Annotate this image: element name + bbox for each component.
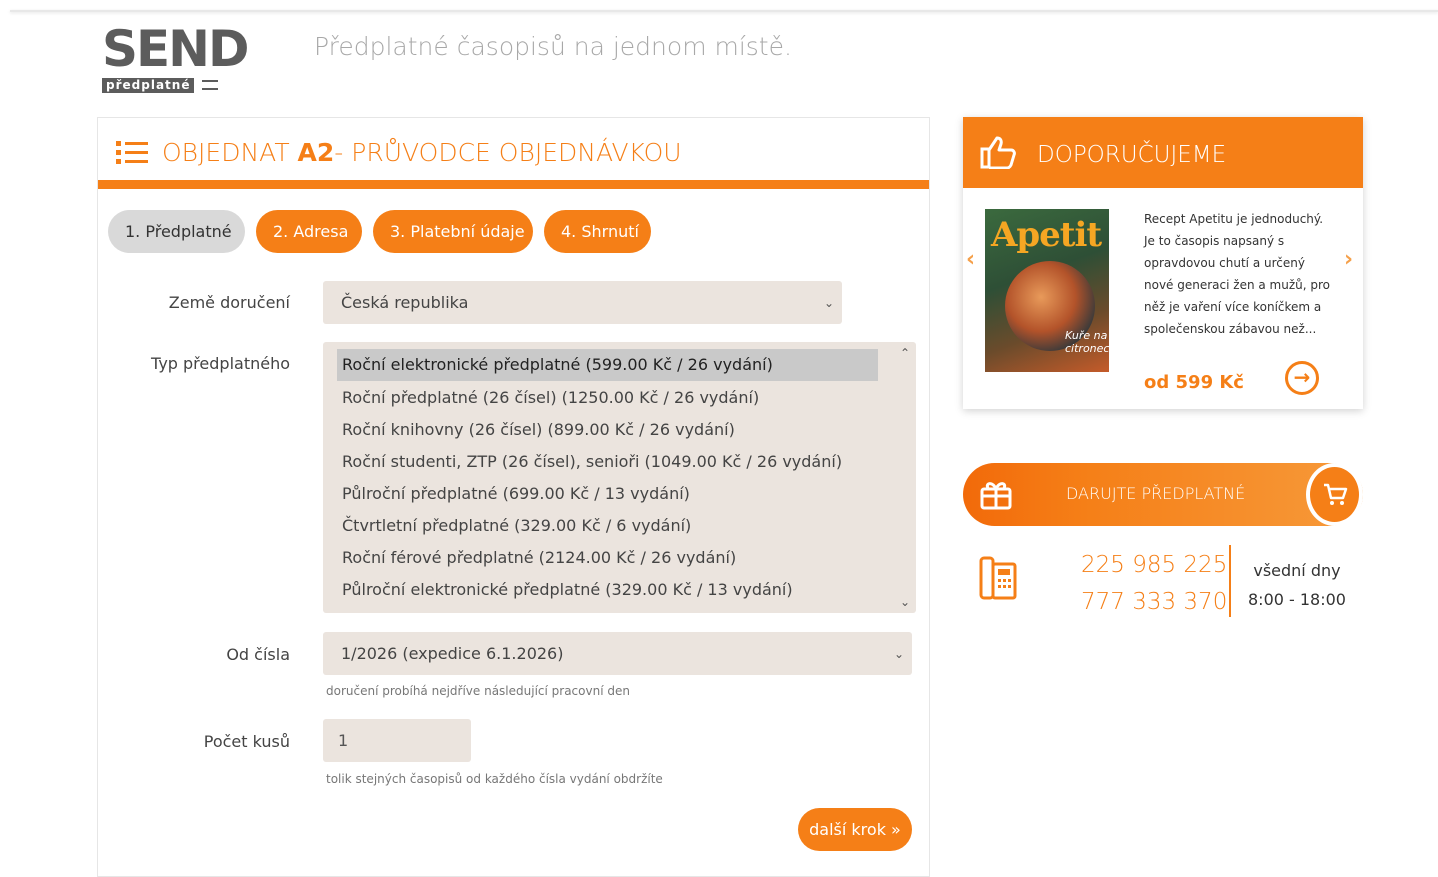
recommend-title: DOPORUČUJEME xyxy=(1037,142,1227,168)
opening-time: 8:00 - 18:00 xyxy=(1248,590,1346,609)
gift-icon xyxy=(980,482,1012,510)
subscription-option[interactable]: Roční férové předplatné (2124.00 Kč / 26… xyxy=(342,542,736,574)
next-step-button[interactable]: další krok » xyxy=(798,808,912,851)
thumbs-up-icon xyxy=(980,136,1016,169)
gift-label: DARUJTE PŘEDPLATNÉ xyxy=(1066,484,1246,503)
scroll-down-icon[interactable]: ⌄ xyxy=(898,595,912,609)
order-title: OBJEDNAT A2- PRŮVODCE OBJEDNÁVKOU xyxy=(162,138,682,167)
send-logo[interactable]: SEND předplatné xyxy=(102,20,250,93)
tagline: Předplatné časopisů na jednom místě. xyxy=(314,32,792,61)
logo-sub-text: předplatné xyxy=(102,78,195,93)
order-title-prefix: OBJEDNAT xyxy=(162,138,298,167)
opening-hours: všední dny 8:00 - 18:00 xyxy=(1248,556,1346,614)
list-icon xyxy=(116,141,148,164)
country-select[interactable]: Česká republika ⌄ xyxy=(323,281,842,324)
issue-label: Od čísla xyxy=(226,645,290,664)
subscription-option[interactable]: Půlroční elektronické předplatné (329.00… xyxy=(342,574,793,606)
recommend-price: od 599 Kč xyxy=(1144,372,1244,393)
logo-lines-icon xyxy=(201,79,218,90)
opening-days: všední dny xyxy=(1253,561,1341,580)
subscription-option[interactable]: Roční knihovny (26 čísel) (899.00 Kč / 2… xyxy=(342,414,735,446)
country-select-value: Česká republika xyxy=(341,293,469,312)
step-payment[interactable]: 3. Platební údaje xyxy=(373,210,533,253)
quantity-input[interactable]: 1 xyxy=(323,719,471,762)
subscription-option[interactable]: Roční elektronické předplatné (599.00 Kč… xyxy=(337,349,878,381)
order-title-product: A2 xyxy=(297,138,335,167)
chevron-down-icon: ⌄ xyxy=(824,295,835,310)
recommend-description: Recept Apetitu je jednoduchý. Je to časo… xyxy=(1144,212,1330,336)
country-label: Země doručení xyxy=(168,293,290,312)
step-summary[interactable]: 4. Shrnutí xyxy=(544,210,651,253)
cover-caption: Kuře na citronech xyxy=(1065,329,1109,355)
subscription-option[interactable]: Roční předplatné (26 čísel) (1250.00 Kč … xyxy=(342,382,759,414)
top-divider xyxy=(10,10,1438,12)
magazine-cover[interactable]: Apetit Kuře na citronech xyxy=(985,209,1109,372)
phone-numbers: 225 985 225 777 333 370 xyxy=(1081,547,1227,621)
cover-title: Apetit xyxy=(991,215,1102,255)
cart-icon xyxy=(1324,483,1348,505)
phone-number-2[interactable]: 777 333 370 xyxy=(1081,584,1227,621)
subscription-option[interactable]: Roční studenti, ZTP (26 čísel), senioři … xyxy=(342,446,842,478)
order-title-suffix: - PRŮVODCE OBJEDNÁVKOU xyxy=(334,138,682,167)
scroll-up-icon[interactable]: ⌃ xyxy=(898,346,912,360)
chevron-right-icon[interactable]: › xyxy=(1344,247,1353,272)
step-address[interactable]: 2. Adresa xyxy=(256,210,362,253)
subscription-type-listbox[interactable]: Roční elektronické předplatné (599.00 Kč… xyxy=(323,342,916,613)
issue-hint: doručení probíhá nejdříve následující pr… xyxy=(326,684,630,698)
issue-select-value: 1/2026 (expedice 6.1.2026) xyxy=(341,644,564,663)
issue-select[interactable]: 1/2026 (expedice 6.1.2026) ⌄ xyxy=(323,632,912,675)
quantity-hint: tolik stejných časopisů od každého čísla… xyxy=(326,772,663,786)
quantity-label: Počet kusů xyxy=(203,732,290,751)
step-subscription[interactable]: 1. Předplatné xyxy=(108,210,245,253)
logo-main-text: SEND xyxy=(102,20,250,78)
contact-divider xyxy=(1229,545,1231,617)
order-panel: OBJEDNAT A2- PRŮVODCE OBJEDNÁVKOU 1. Pře… xyxy=(97,117,930,877)
recommend-card: DOPORUČUJEME ‹ Apetit Kuře na citronech … xyxy=(963,117,1363,409)
phone-icon xyxy=(979,556,1017,600)
subscription-option[interactable]: Půlroční předplatné (699.00 Kč / 13 vydá… xyxy=(342,478,690,510)
subscription-option[interactable]: Čtvrtletní předplatné (329.00 Kč / 6 vyd… xyxy=(342,510,691,542)
recommend-header: DOPORUČUJEME xyxy=(963,117,1363,188)
subscription-type-label: Typ předplatného xyxy=(151,354,290,373)
chevron-left-icon[interactable]: ‹ xyxy=(966,247,975,272)
chevron-down-icon: ⌄ xyxy=(894,646,905,661)
arrow-right-circle-icon[interactable]: → xyxy=(1285,361,1319,395)
order-panel-header: OBJEDNAT A2- PRŮVODCE OBJEDNÁVKOU xyxy=(98,118,929,189)
cart-button[interactable] xyxy=(1306,463,1363,526)
phone-number-1[interactable]: 225 985 225 xyxy=(1081,547,1227,584)
gift-subscription-button[interactable]: DARUJTE PŘEDPLATNÉ xyxy=(963,463,1363,526)
